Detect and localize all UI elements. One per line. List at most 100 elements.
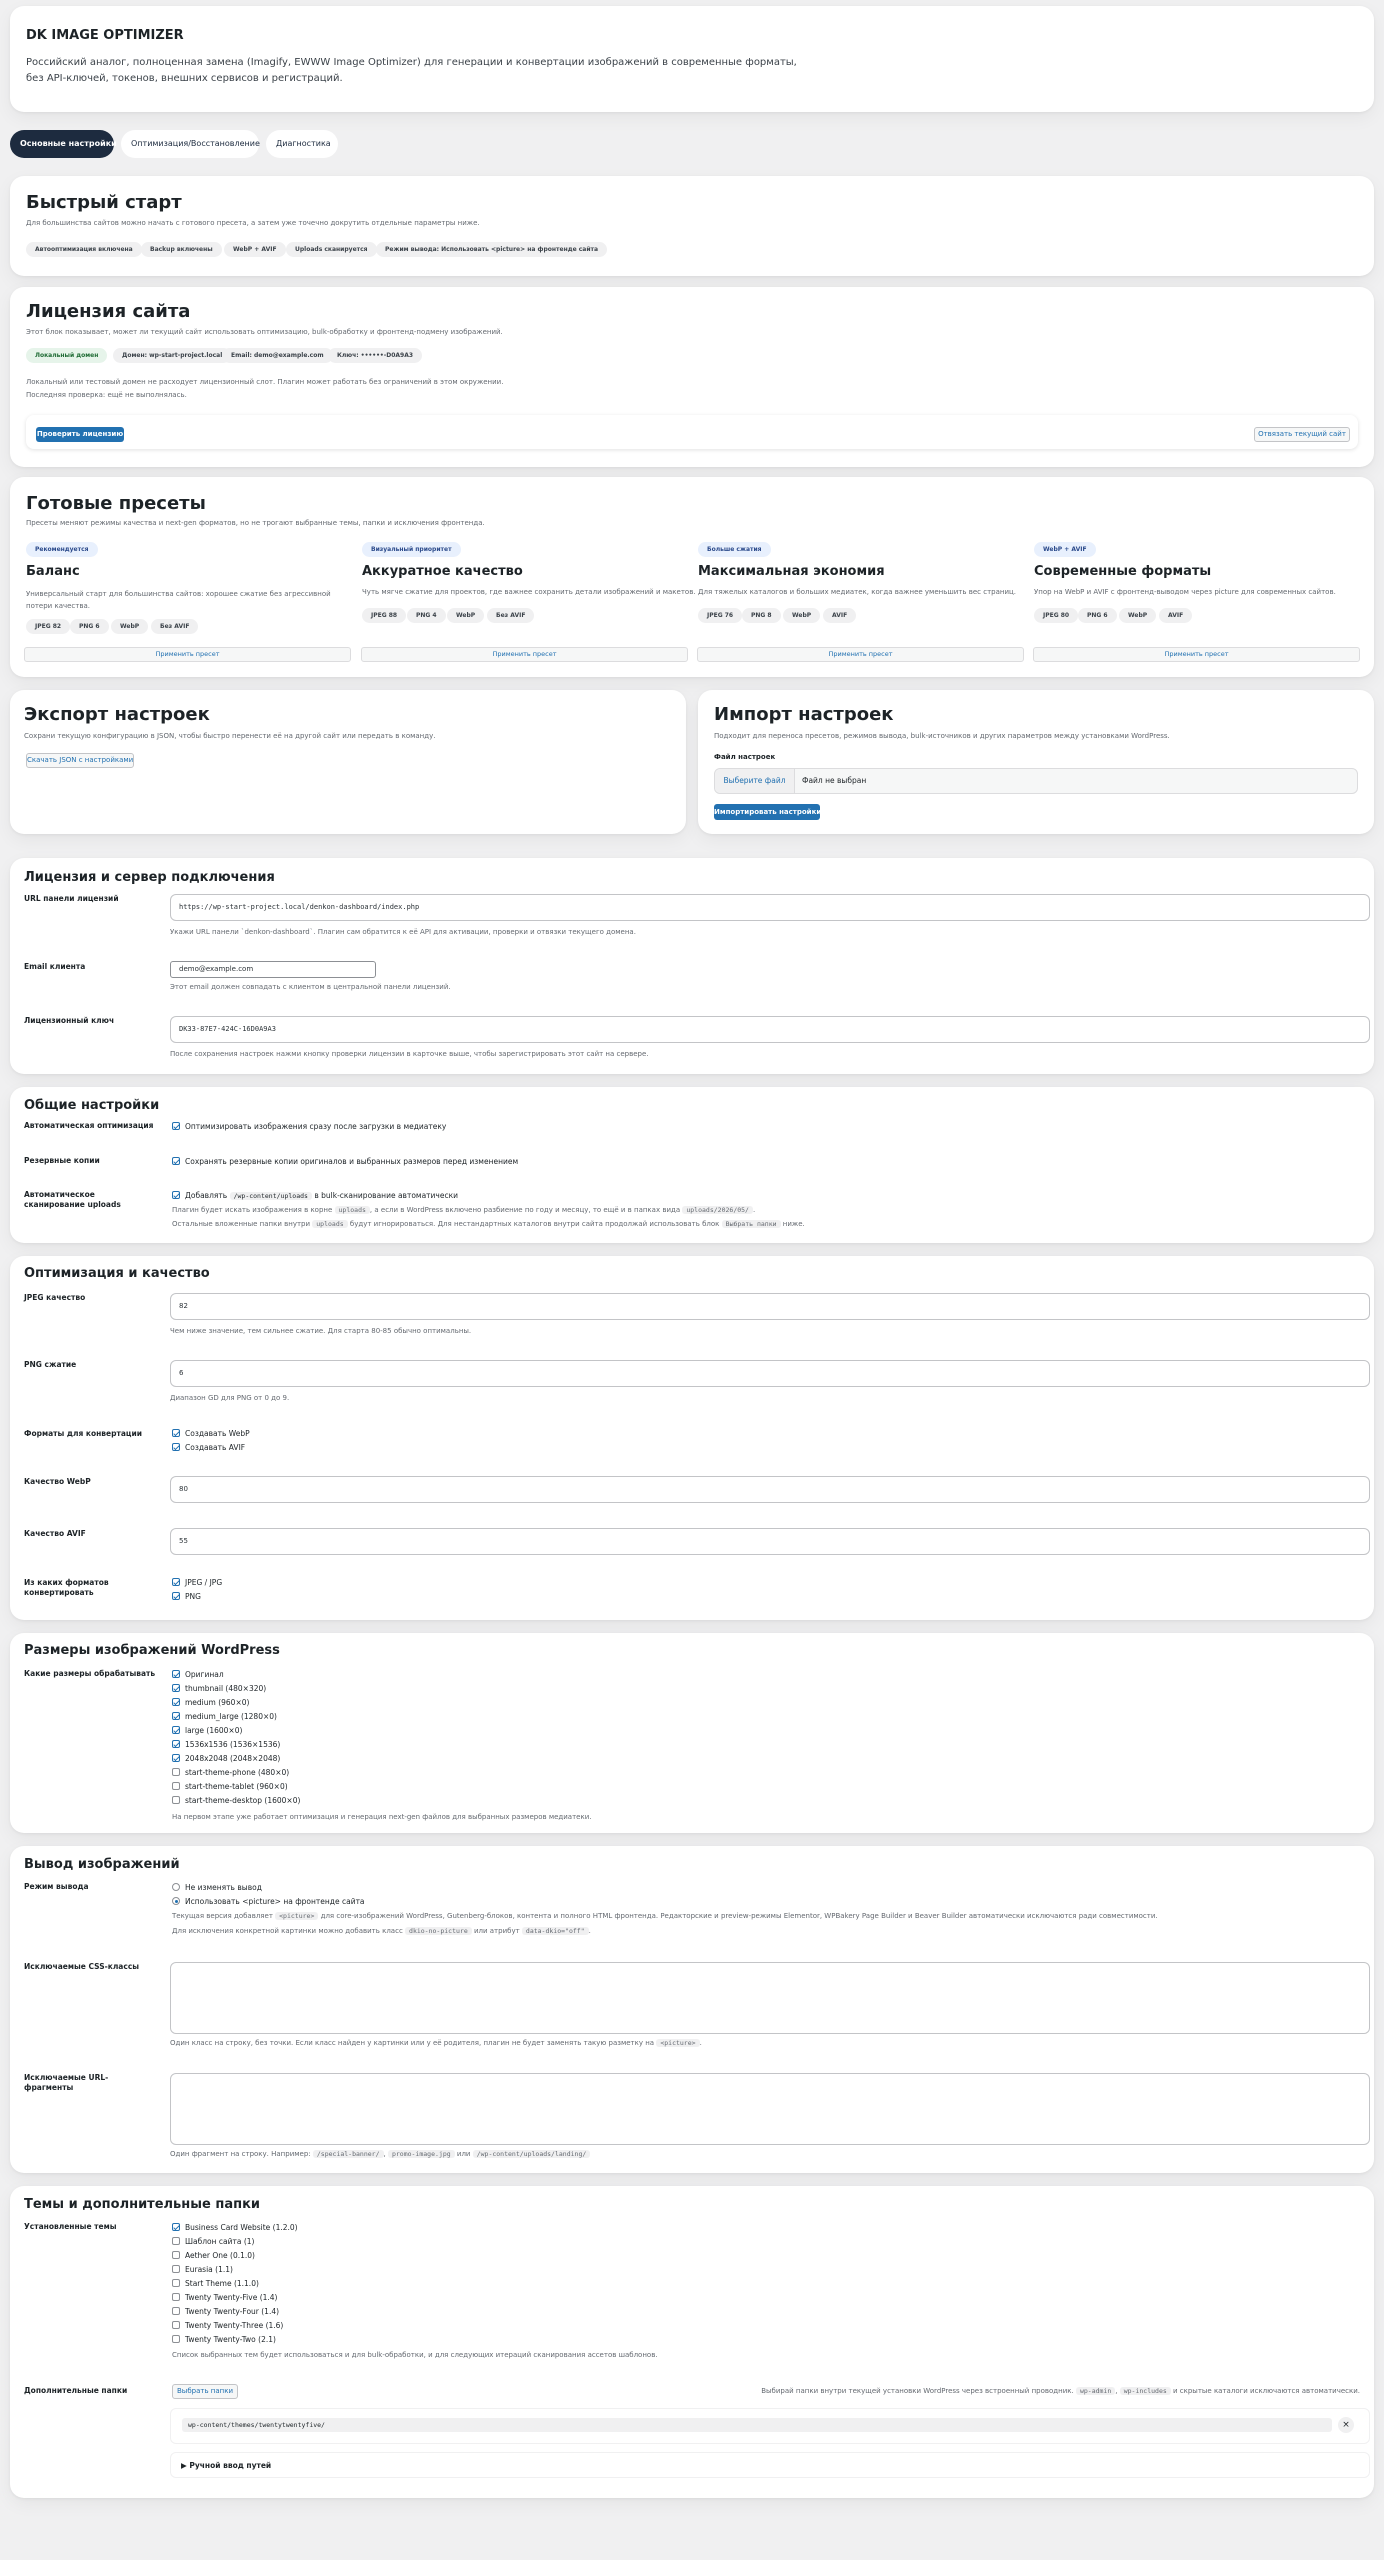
tab-main-settings[interactable]: Основные настройки	[10, 130, 117, 158]
scan-uploads-text: Добавлять /wp-content/uploads в bulk-ска…	[185, 1191, 458, 1200]
apply-preset-button[interactable]: Применить пресет	[1033, 647, 1360, 662]
download-json-button[interactable]: Скачать JSON с настройками	[26, 753, 134, 768]
auto-optimize-checkbox[interactable]	[172, 1122, 180, 1130]
size-option-label: start-theme-desktop (1600×0)	[185, 1796, 301, 1805]
excluded-css-textarea[interactable]	[170, 1962, 1370, 2034]
release-site-button[interactable]: Отвязать текущий сайт	[1254, 427, 1350, 442]
from-png-checkbox[interactable]	[172, 1592, 180, 1600]
theme-option-checkbox[interactable]	[172, 2293, 180, 2301]
apply-preset-button[interactable]: Применить пресет	[24, 647, 351, 662]
preset-badge: Рекомендуется	[26, 542, 98, 557]
jpeg-quality-input[interactable]: 82	[170, 1293, 1370, 1320]
webp-quality-label: Качество WebP	[24, 1477, 91, 1486]
preset-description: Упор на WebP и AVIF с фронтенд-выводом ч…	[1034, 588, 1336, 596]
installed-themes-label: Установленные темы	[24, 2222, 117, 2231]
license-actions-panel	[26, 415, 1358, 449]
source-formats-label: Из каких форматов конвертировать	[24, 1578, 109, 1597]
size-option-checkbox[interactable]	[172, 1712, 180, 1720]
email-help: Этот email должен совпадать с клиентом в…	[170, 983, 451, 991]
size-option-label: medium (960×0)	[185, 1698, 250, 1707]
theme-option-checkbox[interactable]	[172, 2223, 180, 2231]
create-webp-checkbox[interactable]	[172, 1429, 180, 1437]
choose-folders-button[interactable]: Выбрать папки	[172, 2384, 238, 2399]
theme-option-checkbox[interactable]	[172, 2237, 180, 2245]
dashboard-url-input[interactable]: https://wp-start-project.local/denkon-da…	[170, 894, 1370, 921]
webp-quality-input[interactable]: 80	[170, 1476, 1370, 1503]
theme-option-checkbox[interactable]	[172, 2321, 180, 2329]
theme-option-label: Twenty Twenty-Five (1.4)	[185, 2293, 278, 2302]
apply-preset-button[interactable]: Применить пресет	[361, 647, 688, 662]
size-option-label: thumbnail (480×320)	[185, 1684, 267, 1693]
sizes-label: Какие размеры обрабатывать	[24, 1669, 156, 1678]
png-compression-label: PNG сжатие	[24, 1360, 77, 1369]
export-title: Экспорт настроек	[24, 704, 210, 725]
size-option-checkbox[interactable]	[172, 1782, 180, 1790]
preset-badge: Больше сжатия	[698, 542, 771, 557]
general-settings-card: Общие настройки Автоматическая оптимизац…	[10, 1087, 1374, 1243]
size-option-checkbox[interactable]	[172, 1796, 180, 1804]
size-option-label: start-theme-tablet (960×0)	[185, 1782, 288, 1791]
tab-diagnostics[interactable]: Диагностика	[266, 130, 338, 158]
mode-no-change-radio[interactable]	[172, 1883, 180, 1891]
formats-label: Форматы для конвертации	[24, 1429, 142, 1438]
license-domain-chip: Домен: wp-start-project.local	[113, 348, 232, 363]
apply-preset-button[interactable]: Применить пресет	[697, 647, 1024, 662]
backup-text: Сохранять резервные копии оригиналов и в…	[185, 1157, 519, 1166]
presets-description: Пресеты меняют режимы качества и next-ge…	[26, 519, 485, 527]
preset-tag: PNG 4	[407, 608, 446, 623]
size-option-checkbox[interactable]	[172, 1726, 180, 1734]
license-key-input[interactable]: DK33-87E7-424C-16D0A9A3	[170, 1016, 1370, 1043]
from-png-text: PNG	[185, 1592, 201, 1601]
scan-uploads-checkbox[interactable]	[172, 1191, 180, 1199]
size-option-checkbox[interactable]	[172, 1698, 180, 1706]
email-field[interactable]: demo@example.com	[170, 961, 376, 978]
backup-checkbox[interactable]	[172, 1157, 180, 1165]
license-card: Лицензия сайта Этот блок показывает, мож…	[10, 287, 1374, 467]
excluded-url-textarea[interactable]	[170, 2073, 1370, 2145]
png-compression-input[interactable]: 6	[170, 1360, 1370, 1387]
preset-description: Чуть мягче сжатие для проектов, где важн…	[362, 588, 696, 596]
theme-option-checkbox[interactable]	[172, 2335, 180, 2343]
choose-file-button[interactable]: Выберите файл	[715, 769, 795, 793]
theme-option-checkbox[interactable]	[172, 2307, 180, 2315]
manual-paths-toggle[interactable]: ▶ Ручной ввод путей	[170, 2452, 1370, 2478]
license-key-chip: Ключ: ••••••-D0A9A3	[328, 348, 423, 363]
preset-description: Универсальный старт для большинства сайт…	[26, 590, 331, 610]
email-label: Email клиента	[24, 962, 86, 971]
import-settings-button[interactable]: Импортировать настройки	[714, 804, 821, 820]
theme-option-label: Aether One (0.1.0)	[185, 2251, 255, 2260]
preset-badge: WebP + AVIF	[1034, 542, 1096, 557]
excluded-url-help: Один фрагмент на строку. Например: /spec…	[170, 2150, 591, 2158]
theme-option-checkbox[interactable]	[172, 2251, 180, 2259]
export-description: Сохрани текущую конфигурацию в JSON, что…	[24, 732, 436, 740]
tab-optimization[interactable]: Оптимизация/Восстановление	[121, 130, 260, 158]
avif-quality-input[interactable]: 55	[170, 1528, 1370, 1555]
theme-option-checkbox[interactable]	[172, 2265, 180, 2273]
preset-name: Баланс	[26, 564, 80, 579]
mode-picture-radio[interactable]	[172, 1897, 180, 1905]
create-avif-checkbox[interactable]	[172, 1443, 180, 1451]
output-card: Вывод изображений Режим вывода Не изменя…	[10, 1846, 1374, 2173]
app-description-line2: без API-ключей, токенов, внешних сервисо…	[26, 73, 343, 84]
output-mode-label: Режим вывода	[24, 1882, 89, 1891]
excluded-url-label: Исключаемые URL-фрагменты	[24, 2073, 109, 2092]
size-option-label: start-theme-phone (480×0)	[185, 1768, 290, 1777]
size-option-checkbox[interactable]	[172, 1768, 180, 1776]
size-option-checkbox[interactable]	[172, 1670, 180, 1678]
size-option-checkbox[interactable]	[172, 1684, 180, 1692]
status-chip: WebP + AVIF	[224, 242, 286, 257]
from-jpeg-checkbox[interactable]	[172, 1578, 180, 1586]
preset-badge: Визуальный приоритет	[362, 542, 461, 557]
status-chip: Backup включены	[141, 242, 222, 257]
remove-folder-button[interactable]: ×	[1338, 2417, 1354, 2433]
quickstart-title: Быстрый старт	[26, 192, 182, 213]
preset-tag: Без AVIF	[151, 619, 199, 634]
output-help-2: Для исключения конкретной картинки можно…	[172, 1927, 591, 1935]
size-option-checkbox[interactable]	[172, 1754, 180, 1762]
theme-option-label: Twenty Twenty-Four (1.4)	[185, 2307, 280, 2316]
theme-option-label: Eurasia (1.1)	[185, 2265, 233, 2274]
theme-option-checkbox[interactable]	[172, 2279, 180, 2287]
mode-no-change-text: Не изменять вывод	[185, 1883, 262, 1892]
size-option-checkbox[interactable]	[172, 1740, 180, 1748]
check-license-button[interactable]: Проверить лицензию	[36, 427, 124, 442]
